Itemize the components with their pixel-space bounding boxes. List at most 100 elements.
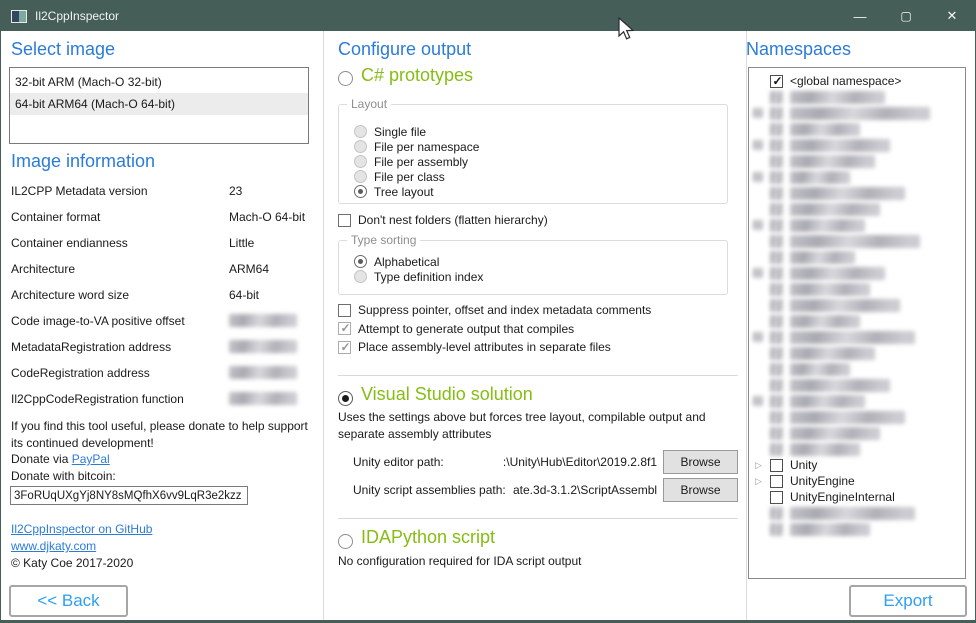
checkbox-icon[interactable] [338, 304, 351, 317]
separator [338, 518, 738, 519]
expand-icon[interactable]: ▷ [753, 476, 770, 487]
minimize-button[interactable]: — [837, 1, 883, 31]
namespace-item[interactable]: ▷ [749, 393, 965, 409]
namespace-item[interactable]: ▷ [749, 441, 965, 457]
layout-option[interactable]: File per class [354, 169, 727, 184]
visual-studio-label[interactable]: Visual Studio solution [361, 384, 533, 405]
idapython-label[interactable]: IDAPython script [361, 527, 495, 548]
expand-icon[interactable]: ▷ [753, 460, 770, 471]
radio-icon[interactable] [354, 255, 367, 268]
namespace-item[interactable]: ▷ [749, 201, 965, 217]
bitcoin-address-field[interactable] [10, 486, 248, 505]
namespace-item[interactable]: ▷ [749, 137, 965, 153]
back-button[interactable]: << Back [9, 585, 128, 617]
namespace-item[interactable]: ▷ [749, 185, 965, 201]
output-checkbox-row[interactable]: Suppress pointer, offset and index metad… [338, 301, 651, 320]
redacted-namespace-text [790, 187, 905, 200]
namespace-item[interactable]: ▷ [749, 313, 965, 329]
paypal-link[interactable]: PayPal [72, 452, 110, 466]
layout-option[interactable]: File per namespace [354, 139, 727, 154]
radio-icon[interactable] [354, 185, 367, 198]
namespace-item[interactable]: ▷ [749, 521, 965, 537]
namespace-item[interactable]: ▷ UnityEngine [749, 473, 965, 489]
namespace-item[interactable]: ▷ UnityEngineInternal [749, 489, 965, 505]
unity-editor-path-value[interactable]: :\Unity\Hub\Editor\2019.2.8f1 [471, 455, 657, 469]
namespace-item[interactable]: ▷ [749, 105, 965, 121]
output-checkboxes: Suppress pointer, offset and index metad… [338, 301, 651, 357]
namespace-item[interactable]: ▷ [749, 297, 965, 313]
browse-editor-button[interactable]: Browse [663, 450, 738, 474]
browse-assemblies-button[interactable]: Browse [663, 478, 738, 502]
namespace-item[interactable]: ▷ [749, 329, 965, 345]
namespace-item[interactable]: ▷ [749, 505, 965, 521]
app-window: Il2CppInspector — ▢ ✕ Select image 32-bi… [0, 0, 976, 623]
namespace-item[interactable]: ▷ [749, 249, 965, 265]
visual-studio-radio[interactable] [338, 391, 353, 406]
namespace-checkbox-icon[interactable] [770, 459, 783, 472]
image-list-item[interactable]: 64-bit ARM64 (Mach-O 64-bit) [10, 93, 308, 115]
namespace-item[interactable]: ▷ [749, 409, 965, 425]
namespace-item[interactable]: ▷ [749, 153, 965, 169]
type-sorting-option[interactable]: Type definition index [354, 269, 727, 284]
checkbox-icon[interactable] [338, 322, 351, 335]
namespace-item[interactable]: ▷ [749, 217, 965, 233]
image-list-item[interactable]: 32-bit ARM (Mach-O 32-bit) [10, 71, 308, 93]
info-row: Architecture word size 64-bit [11, 288, 313, 314]
namespace-item[interactable]: ▷ [749, 425, 965, 441]
layout-option[interactable]: File per assembly [354, 154, 727, 169]
idapython-radio[interactable] [338, 534, 353, 549]
namespace-item[interactable]: ▷ [749, 233, 965, 249]
copyright-text: © Katy Coe 2017-2020 [11, 556, 133, 570]
output-checkbox-row[interactable]: Attempt to generate output that compiles [338, 320, 651, 339]
checkbox-icon[interactable] [338, 214, 351, 227]
namespace-item[interactable]: ▷ [749, 345, 965, 361]
namespace-item[interactable]: ▷ [749, 89, 965, 105]
redacted-checkbox [770, 523, 783, 536]
unity-editor-path-label: Unity editor path: [353, 455, 471, 469]
namespace-item[interactable]: ▷ Unity [749, 457, 965, 473]
namespace-checkbox-icon[interactable] [770, 475, 783, 488]
namespace-checkbox-icon[interactable] [770, 491, 783, 504]
configure-output-header: Configure output [338, 39, 471, 60]
type-sorting-option[interactable]: Alphabetical [354, 254, 727, 269]
namespace-item[interactable]: ▷ [749, 361, 965, 377]
info-row: CodeRegistration address [11, 366, 313, 392]
namespace-item[interactable]: ▷ [749, 121, 965, 137]
github-link[interactable]: Il2CppInspector on GitHub [11, 522, 152, 536]
export-button[interactable]: Export [849, 585, 967, 617]
layout-option-label: Single file [374, 125, 426, 139]
layout-options: Single file File per namespace File per … [339, 105, 727, 199]
radio-icon[interactable] [354, 170, 367, 183]
radio-icon[interactable] [354, 270, 367, 283]
unity-assemblies-path-value[interactable]: ate.3d-3.1.2\ScriptAssemblies [513, 483, 657, 497]
namespaces-listbox[interactable]: ▷ <global namespace> ▷ ▷ [748, 67, 966, 579]
info-label: Architecture [11, 262, 229, 276]
info-row: Code image-to-VA positive offset [11, 314, 313, 340]
image-listbox[interactable]: 32-bit ARM (Mach-O 32-bit) 64-bit ARM64 … [9, 67, 309, 144]
close-button[interactable]: ✕ [929, 1, 975, 31]
layout-option[interactable]: Tree layout [354, 184, 727, 199]
namespace-item[interactable]: ▷ [749, 265, 965, 281]
csharp-prototypes-label[interactable]: C# prototypes [361, 65, 473, 86]
title-bar: Il2CppInspector — ▢ ✕ [1, 1, 975, 31]
redacted-checkbox [770, 411, 783, 424]
flatten-checkbox-row[interactable]: Don't nest folders (flatten hierarchy) [338, 213, 548, 227]
checkbox-icon[interactable] [338, 341, 351, 354]
namespace-checkbox-icon[interactable] [770, 75, 783, 88]
radio-icon[interactable] [354, 140, 367, 153]
layout-option[interactable]: Single file [354, 124, 727, 139]
redacted-value [229, 340, 297, 353]
layout-option-label: Tree layout [374, 185, 434, 199]
namespace-item[interactable]: ▷ [749, 377, 965, 393]
radio-icon[interactable] [354, 125, 367, 138]
namespace-item[interactable]: ▷ [749, 169, 965, 185]
donate-message: If you find this tool useful, please don… [11, 418, 313, 452]
output-checkbox-row[interactable]: Place assembly-level attributes in separ… [338, 338, 651, 357]
namespace-item[interactable]: ▷ [749, 281, 965, 297]
maximize-button[interactable]: ▢ [883, 1, 929, 31]
radio-icon[interactable] [354, 155, 367, 168]
csharp-prototypes-radio[interactable] [338, 71, 353, 86]
website-link[interactable]: www.djkaty.com [11, 539, 96, 553]
namespace-item[interactable]: ▷ <global namespace> [749, 73, 965, 89]
redacted-namespace-text [790, 139, 890, 152]
